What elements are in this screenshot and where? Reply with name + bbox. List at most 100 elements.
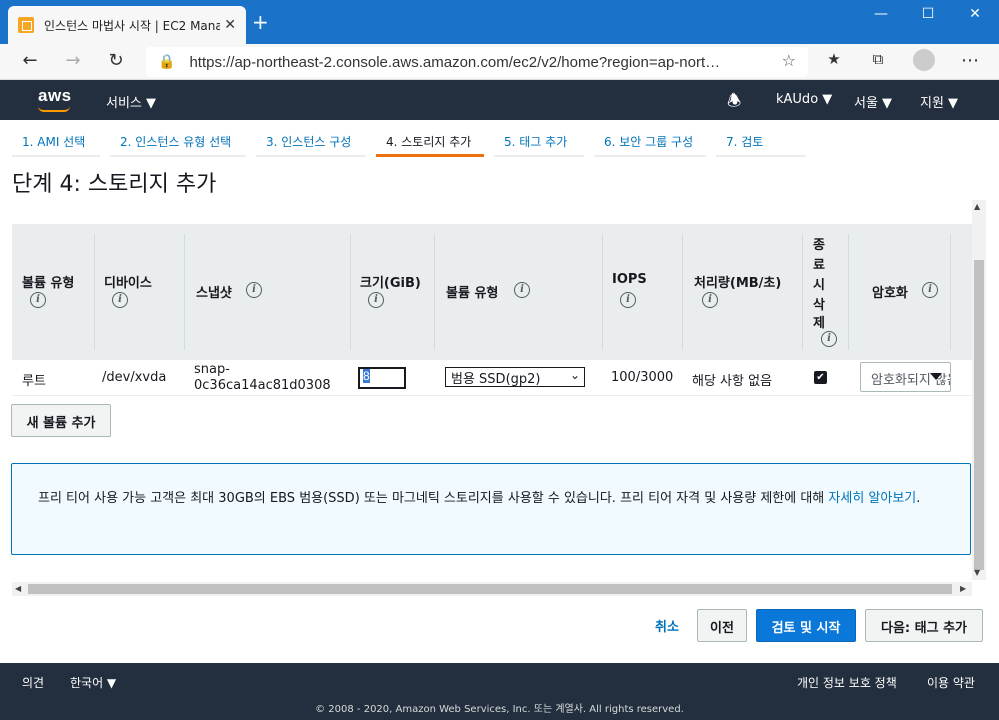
maximize-button[interactable]: ☐ — [913, 6, 943, 22]
scroll-thumb[interactable] — [974, 260, 984, 570]
size-input[interactable]: 8 — [358, 367, 406, 389]
page-title: 단계 4: 스토리지 추가 — [12, 172, 217, 197]
cancel-link[interactable]: 취소 — [655, 616, 679, 635]
learn-more-link[interactable]: 자세히 알아보기 — [828, 491, 916, 506]
support-menu[interactable]: 지원 ▼ — [920, 92, 958, 111]
step-configure-instance[interactable]: 3. 인스턴스 구성 — [256, 127, 366, 157]
region-menu[interactable]: 서울 ▼ — [854, 92, 892, 111]
col-snapshot: 스냅샷 — [196, 286, 232, 301]
more-menu-icon[interactable]: ⋯ — [958, 50, 982, 71]
add-volume-button[interactable]: 새 볼륨 추가 — [11, 404, 111, 437]
minimize-button[interactable]: — — [866, 6, 896, 22]
volume-type-select[interactable]: 범용 SSD(gp2) ⌄ — [445, 367, 585, 387]
refresh-icon[interactable]: ↻ — [104, 50, 128, 71]
language-menu[interactable]: 한국어 ▼ — [70, 674, 116, 691]
col-delete-on-termination: 삭 — [813, 298, 825, 313]
col-size: 크기(GiB) — [360, 276, 421, 291]
close-window-button[interactable]: ✕ — [960, 6, 990, 22]
previous-button[interactable]: 이전 — [697, 609, 747, 642]
step-instance-type[interactable]: 2. 인스턴스 유형 선택 — [110, 127, 246, 157]
col-delete-on-termination: 시 — [813, 278, 825, 293]
col-delete-on-termination: 료 — [813, 258, 825, 273]
aws-navbar: aws 서비스 ▼ 🕭 kAUdo ▼ 서울 ▼ 지원 ▼ — [0, 80, 999, 120]
size-value: 8 — [363, 369, 370, 383]
aws-logo-smile-icon — [38, 106, 70, 112]
info-icon[interactable]: i — [514, 282, 530, 298]
collections-icon[interactable]: ⧉ — [866, 50, 890, 68]
step-add-tags[interactable]: 5. 태그 추가 — [494, 127, 584, 157]
browser-tab[interactable]: 인스턴스 마법사 시작 | EC2 Mana ✕ — [8, 6, 246, 44]
scroll-thumb[interactable] — [28, 584, 952, 594]
column-divider — [184, 234, 185, 350]
footer: 의견 한국어 ▼ 개인 정보 보호 정책 이용 약관 © 2008 - 2020… — [0, 663, 999, 720]
horizontal-scrollbar[interactable]: ◀ ▶ — [12, 582, 972, 596]
encryption-select[interactable]: 암호화되지 않음 — [860, 362, 951, 392]
info-icon[interactable]: i — [922, 282, 938, 298]
scroll-down-icon[interactable]: ▼ — [974, 568, 980, 577]
step-security-group[interactable]: 6. 보안 그룹 구성 — [594, 127, 706, 157]
table-row: 루트 /dev/xvda snap- 0c36ca14ac81d0308 8 범… — [12, 360, 972, 396]
row-device: /dev/xvda — [102, 370, 167, 385]
next-add-tags-button[interactable]: 다음: 태그 추가 — [865, 609, 983, 642]
services-menu[interactable]: 서비스 ▼ — [106, 92, 156, 111]
column-divider — [94, 234, 95, 350]
scroll-right-icon[interactable]: ▶ — [960, 584, 966, 593]
address-bar[interactable]: 🔒 https://ap-northeast-2.console.aws.ama… — [146, 47, 808, 77]
scroll-up-icon[interactable]: ▲ — [974, 202, 980, 211]
col-volume-type: 볼륨 유형 — [22, 276, 75, 291]
browser-toolbar: ← → ↻ 🔒 https://ap-northeast-2.console.a… — [0, 44, 999, 80]
info-icon[interactable]: i — [368, 292, 384, 308]
delete-on-termination-checkbox[interactable]: ✔ — [814, 371, 827, 384]
col-encryption: 암호화 — [872, 286, 908, 301]
vertical-scrollbar[interactable]: ▲ ▼ — [972, 200, 986, 580]
favorites-list-icon[interactable]: ★ — [822, 50, 846, 68]
privacy-link[interactable]: 개인 정보 보호 정책 — [797, 674, 897, 691]
info-icon[interactable]: i — [821, 331, 837, 347]
free-tier-info-box: 프리 티어 사용 가능 고객은 최대 30GB의 EBS 범용(SSD) 또는 … — [11, 463, 971, 555]
new-tab-button[interactable]: + — [252, 12, 269, 32]
bell-icon[interactable]: 🕭 — [727, 90, 741, 117]
info-icon[interactable]: i — [246, 282, 262, 298]
account-menu[interactable]: kAUdo ▼ — [776, 92, 832, 107]
column-divider — [802, 234, 803, 350]
caret-down-icon — [930, 373, 942, 380]
profile-avatar[interactable] — [913, 49, 935, 71]
col-delete-on-termination: 종 — [813, 238, 825, 253]
col-iops: IOPS — [612, 272, 647, 287]
column-divider — [434, 234, 435, 350]
lock-icon: 🔒 — [158, 54, 176, 70]
back-arrow-icon[interactable]: ← — [18, 50, 42, 71]
url-text: https://ap-northeast-2.console.aws.amazo… — [189, 53, 721, 71]
info-icon[interactable]: i — [112, 292, 128, 308]
row-snapshot: 0c36ca14ac81d0308 — [194, 378, 331, 393]
step-ami[interactable]: 1. AMI 선택 — [12, 127, 100, 157]
info-icon[interactable]: i — [702, 292, 718, 308]
col-throughput: 처리량(MB/초) — [694, 276, 782, 291]
copyright: © 2008 - 2020, Amazon Web Services, Inc.… — [315, 704, 684, 715]
terms-link[interactable]: 이용 약관 — [927, 674, 975, 691]
review-and-launch-button[interactable]: 검토 및 시작 — [756, 609, 856, 642]
column-divider — [602, 234, 603, 350]
info-icon[interactable]: i — [30, 292, 46, 308]
column-divider — [950, 234, 951, 350]
row-iops: 100/3000 — [611, 370, 674, 385]
row-snapshot: snap- — [194, 362, 230, 377]
browser-titlebar: 인스턴스 마법사 시작 | EC2 Mana ✕ + — ☐ ✕ — [0, 0, 999, 44]
free-tier-tail: . — [916, 491, 921, 506]
free-tier-text: 프리 티어 사용 가능 고객은 최대 30GB의 EBS 범용(SSD) 또는 … — [38, 491, 829, 506]
feedback-link[interactable]: 의견 — [22, 674, 44, 691]
forward-arrow-icon[interactable]: → — [61, 50, 85, 71]
tab-title: 인스턴스 마법사 시작 | EC2 Mana — [44, 18, 220, 33]
col-device: 디바이스 — [104, 276, 152, 291]
step-review[interactable]: 7. 검토 — [716, 127, 806, 157]
info-icon[interactable]: i — [620, 292, 636, 308]
step-add-storage[interactable]: 4. 스토리지 추가 — [376, 127, 484, 157]
row-throughput: 해당 사항 없음 — [692, 374, 773, 389]
close-tab-icon[interactable]: ✕ — [224, 17, 236, 33]
column-divider — [350, 234, 351, 350]
col-delete-on-termination: 제 — [813, 316, 825, 331]
scroll-left-icon[interactable]: ◀ — [15, 584, 21, 593]
col-volume-kind: 볼륨 유형 — [446, 286, 499, 301]
favorite-star-icon[interactable]: ☆ — [782, 51, 796, 70]
aws-logo[interactable]: aws — [38, 86, 72, 106]
